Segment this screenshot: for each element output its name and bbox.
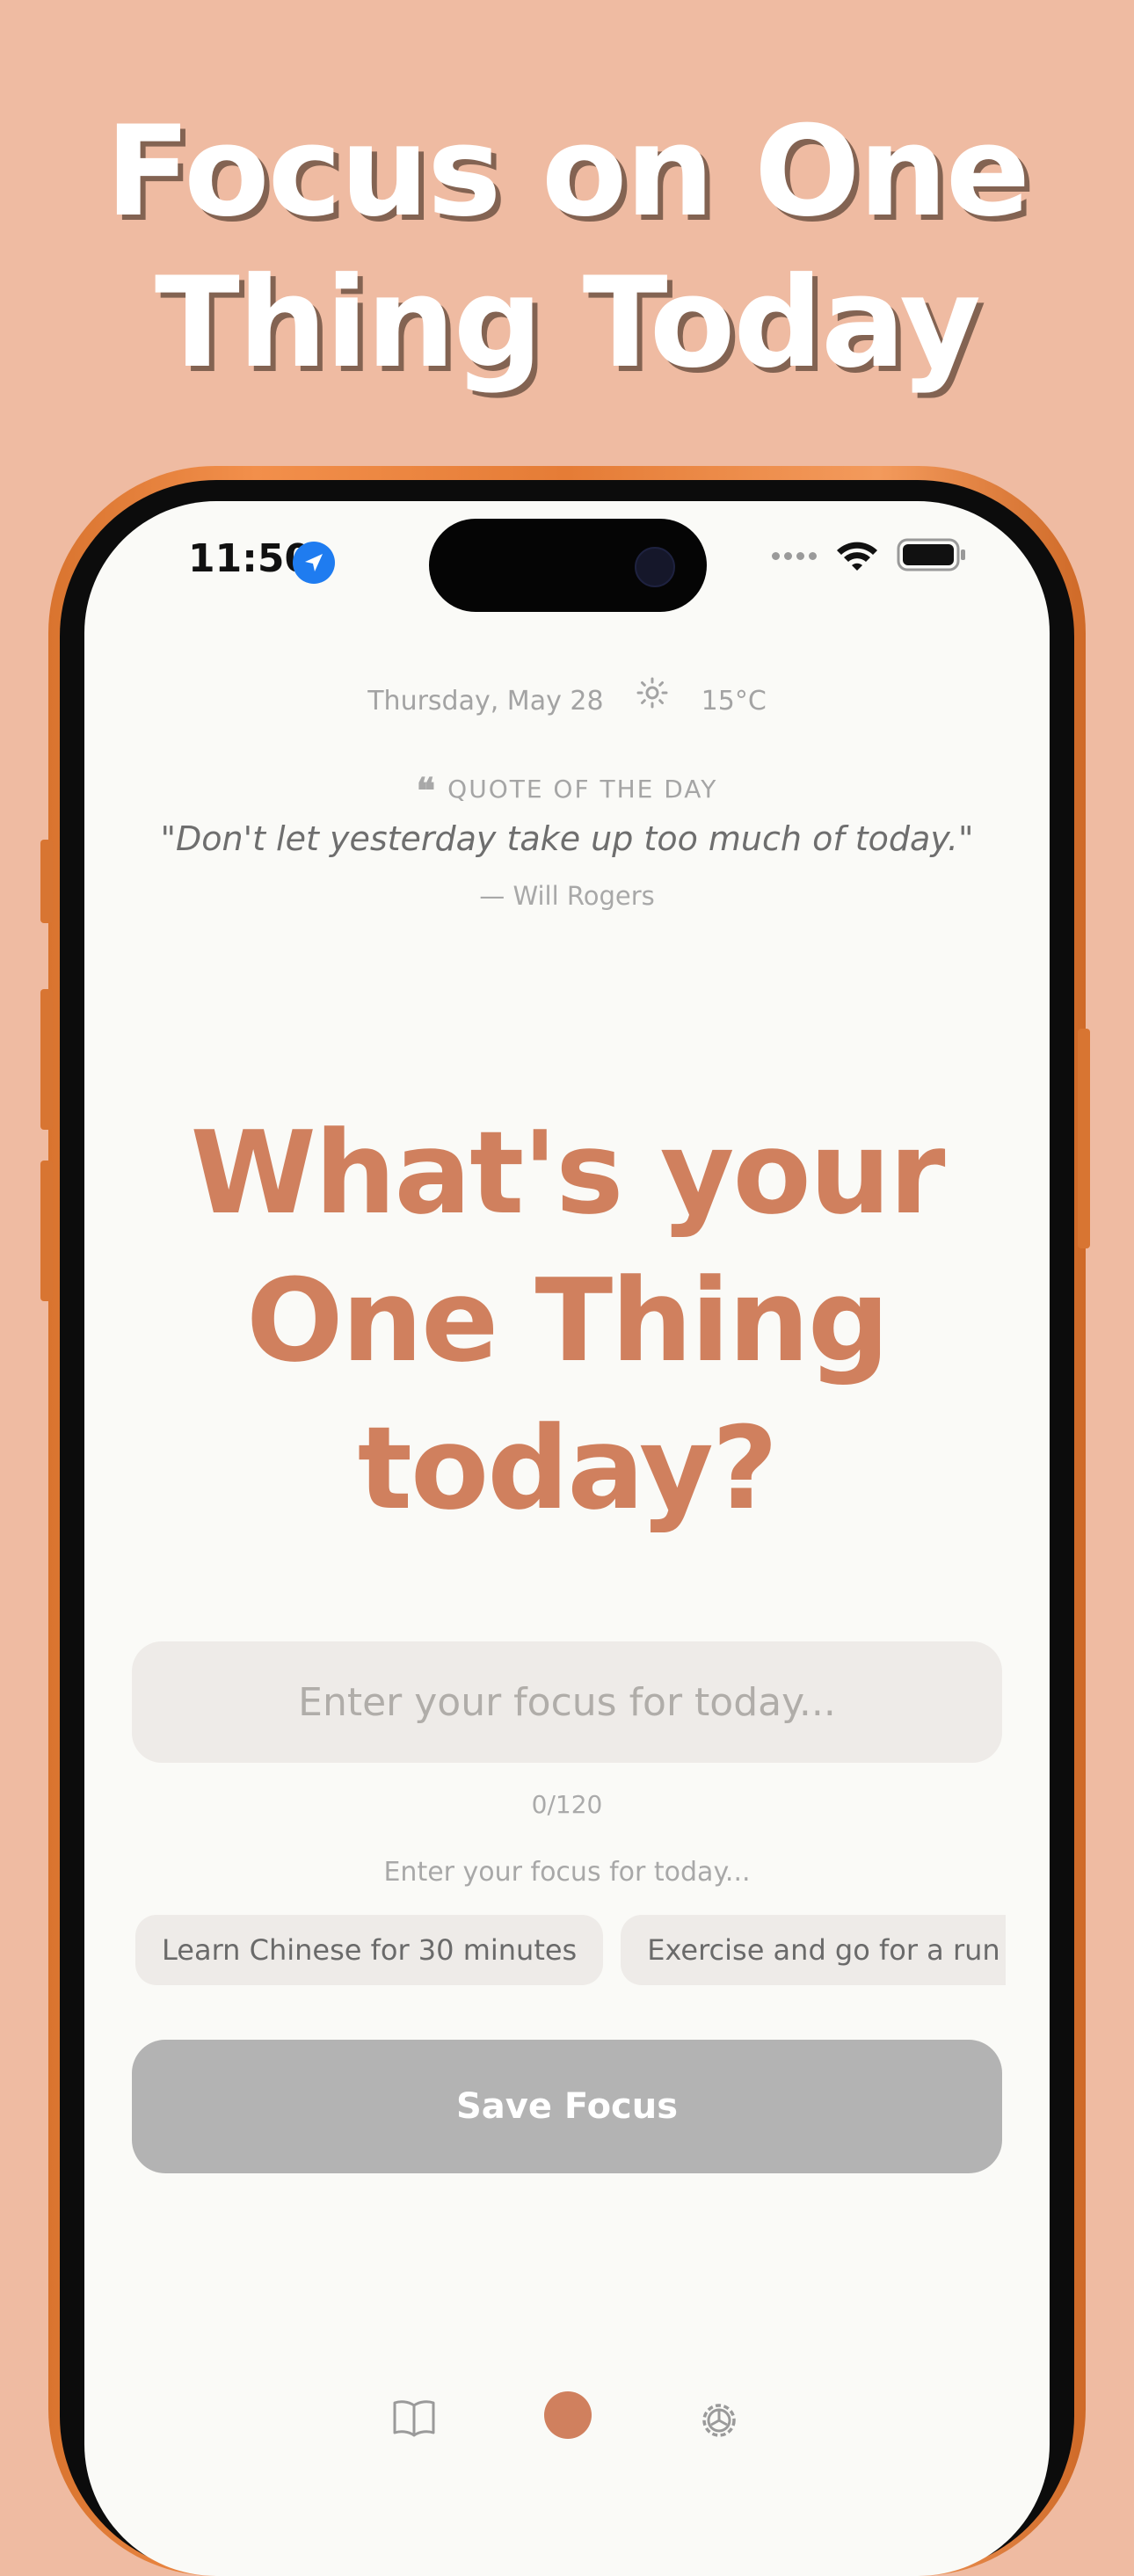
- headline-line-2: Thing Today: [154, 251, 981, 396]
- prompt-line-1: What's your: [190, 1106, 946, 1240]
- focus-prompt: What's your One Thing today?: [84, 1099, 1050, 1542]
- quote-text: "Don't let yesterday take up too much of…: [160, 819, 974, 858]
- suggestion-chip[interactable]: Exercise and go for a run: [621, 1915, 1006, 1985]
- sun-icon: [636, 677, 668, 709]
- focus-input[interactable]: [132, 1641, 1002, 1763]
- save-focus-button[interactable]: Save Focus: [132, 2040, 1002, 2173]
- dynamic-island: [429, 519, 707, 612]
- volume-up-button: [40, 989, 53, 1130]
- battery-icon: [897, 538, 965, 571]
- wifi-icon: [837, 542, 877, 571]
- suggestion-chip[interactable]: Learn Chinese for 30 minutes: [135, 1915, 604, 1985]
- temperature-label: 15°C: [701, 686, 767, 717]
- book-icon[interactable]: [392, 2398, 436, 2437]
- quote-mark-icon: ❝: [416, 770, 435, 811]
- app-screen: 11:50 Thursday, May 28 15°C ❝ QUOTE OF T…: [84, 501, 1050, 2576]
- gear-icon[interactable]: [697, 2398, 741, 2442]
- volume-down-button: [40, 1161, 53, 1301]
- character-counter: 0/120: [531, 1790, 603, 1819]
- action-button: [40, 840, 53, 923]
- suggestion-chips: Learn Chinese for 30 minutes Exercise and…: [135, 1915, 1006, 1987]
- marketing-headline: Focus on One Thing Today: [0, 97, 1134, 399]
- camera-icon: [635, 547, 675, 587]
- location-arrow-icon: [293, 542, 335, 584]
- quote-header: ❝ QUOTE OF THE DAY: [84, 770, 1050, 811]
- quote-author: — Will Rogers: [479, 881, 655, 911]
- headline-line-1: Focus on One: [105, 99, 1030, 244]
- focus-dot-icon[interactable]: [544, 2391, 592, 2439]
- date-weather-row: Thursday, May 28 15°C: [84, 677, 1050, 717]
- quote-label: QUOTE OF THE DAY: [447, 775, 718, 804]
- prompt-line-3: today?: [357, 1401, 778, 1535]
- prompt-line-2: One Thing: [246, 1254, 890, 1387]
- signal-dots-icon: [772, 552, 821, 561]
- date-label: Thursday, May 28: [367, 686, 604, 717]
- suggestions-hint: Enter your focus for today...: [383, 1857, 751, 1888]
- side-button: [1078, 1029, 1090, 1248]
